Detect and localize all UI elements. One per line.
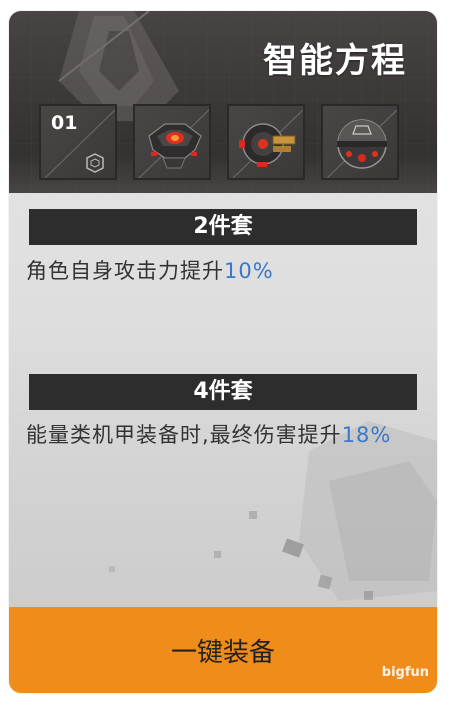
watermark-logo: bigfun [381,665,429,680]
mech-engine-icon [239,123,296,167]
set-detail-card: 智能方程 01 2件套 角色自身攻击力提升10% 4件套 能量类机甲装备时,最终… [9,11,437,693]
set-2-piece-description: 角色自身攻击力提升10% [26,253,426,290]
card-header: 智能方程 01 [9,11,437,193]
bonus-text: 能量类机甲装备时,最终伤害提升 [26,423,342,447]
set-title: 智能方程 [263,41,407,81]
equipment-slot-1[interactable]: 01 [39,104,117,180]
equipment-slot-2[interactable] [133,104,211,180]
bonus-value: 18% [341,423,392,447]
mech-orb-icon [337,119,387,169]
hexagon-emblem-icon [86,153,104,173]
mech-core-icon [148,123,202,169]
equipment-slot-3[interactable] [227,104,305,180]
bonus-text: 角色自身攻击力提升 [26,259,224,283]
equipment-slot-4[interactable] [321,104,399,180]
bonus-value: 10% [224,259,274,283]
set-4-piece-header: 4件套 [29,374,417,410]
set-2-piece-header: 2件套 [29,209,417,245]
equipment-slots: 01 [39,104,399,180]
one-click-equip-button[interactable]: 一键装备 [9,607,437,693]
set-4-piece-description: 能量类机甲装备时,最终伤害提升18% [26,417,426,454]
